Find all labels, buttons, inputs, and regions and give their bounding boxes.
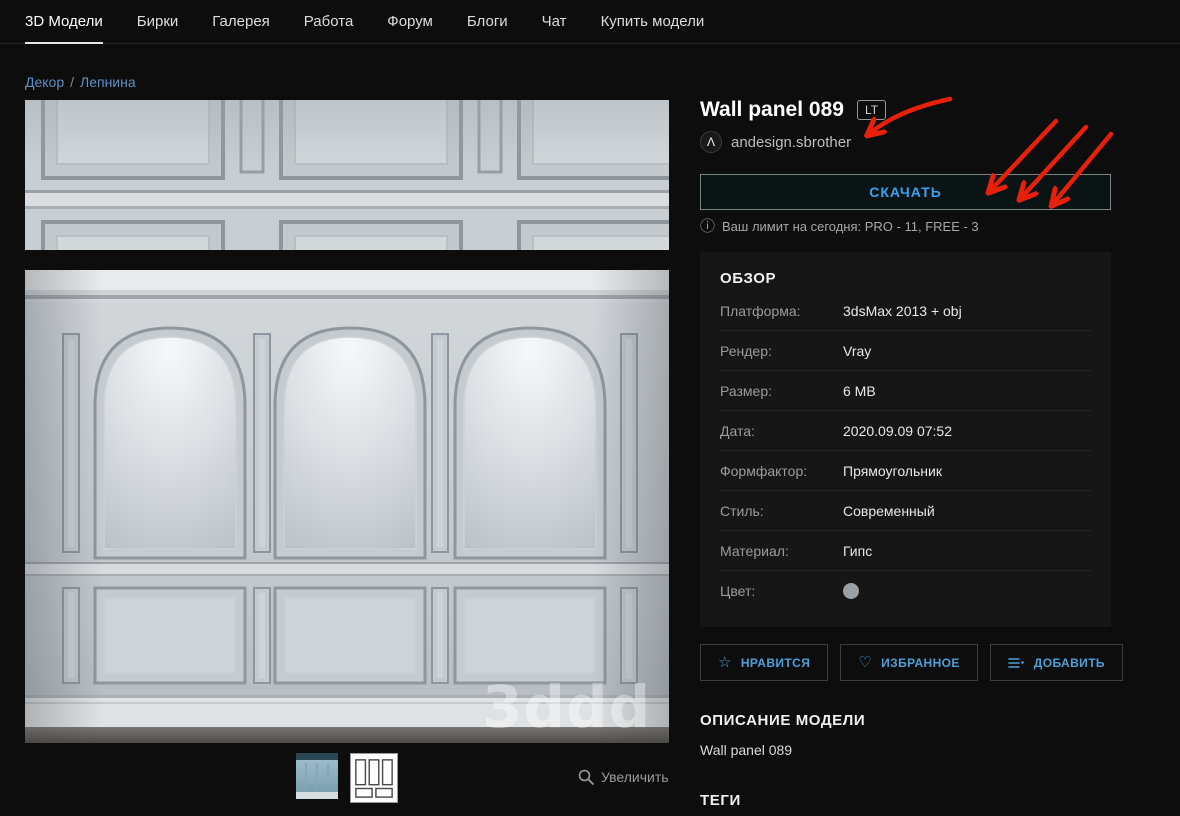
nav-item-label: Работа	[303, 12, 354, 30]
like-button[interactable]: ☆ НРАВИТСЯ	[700, 644, 829, 681]
nav-item-chat[interactable]: Чат	[525, 0, 584, 44]
nav-item-work[interactable]: Работа	[287, 0, 371, 44]
row-value: 6 MB	[843, 382, 876, 399]
daily-limit: ⓘ Ваш лимит на сегодня: PRO - 11, FREE -…	[700, 217, 979, 235]
nav-item-buy-models[interactable]: Купить модели	[584, 0, 722, 44]
row-label: Дата:	[720, 422, 755, 439]
nav-item-label: Галерея	[212, 12, 270, 30]
row-label: Материал:	[720, 542, 789, 559]
preview-image-main[interactable]: 3ddd	[25, 270, 669, 743]
nav-item-blogs[interactable]: Блоги	[450, 0, 525, 44]
overview-title: ОБЗОР	[720, 270, 777, 287]
overview-row-size: Размер: 6 MB	[720, 371, 1091, 411]
overview-row-color: Цвет:	[720, 571, 1091, 611]
row-value: Vray	[843, 342, 872, 359]
breadcrumb-separator: /	[70, 74, 75, 90]
magnifier-icon	[578, 769, 594, 785]
star-icon: ☆	[718, 653, 732, 671]
like-label: НРАВИТСЯ	[740, 655, 811, 670]
row-label: Платформа:	[720, 302, 801, 319]
row-value: Гипс	[843, 542, 873, 559]
zoom-label: Увеличить	[601, 769, 669, 785]
row-label: Цвет:	[720, 583, 756, 599]
breadcrumb-decor[interactable]: Декор	[25, 74, 64, 90]
row-value: Современный	[843, 502, 935, 519]
nav-item-label: Бирки	[136, 12, 179, 30]
add-to-collection-button[interactable]: ДОБАВИТЬ	[989, 644, 1123, 681]
overview-panel: ОБЗОР Платформа: 3dsMax 2013 + obj Ренде…	[700, 252, 1111, 627]
thumbnail-row	[25, 753, 669, 803]
add-label: ДОБАВИТЬ	[1033, 655, 1105, 670]
add-list-icon	[1007, 657, 1025, 668]
row-label: Размер:	[720, 382, 773, 399]
overview-row-material: Материал: Гипс	[720, 531, 1091, 571]
overview-row-formfactor: Формфактор: Прямоугольник	[720, 451, 1091, 491]
avatar: Λ	[700, 131, 722, 153]
top-nav: 3D Модели Бирки Галерея Работа Форум Бло…	[0, 0, 1180, 44]
row-label: Стиль:	[720, 502, 764, 519]
nav-item-forum[interactable]: Форум	[370, 0, 450, 44]
row-value: 3dsMax 2013 + obj	[843, 302, 962, 319]
nav-item-label: Форум	[387, 12, 433, 30]
overview-row-style: Стиль: Современный	[720, 491, 1091, 531]
nav-item-label: Чат	[541, 12, 567, 30]
author-name: andesign.sbrother	[731, 133, 852, 151]
product-title-row: Wall panel 089 LT	[700, 98, 887, 122]
favorite-button[interactable]: ♡ ИЗБРАННОЕ	[840, 644, 978, 681]
nav-item-gallery[interactable]: Галерея	[195, 0, 287, 44]
heart-icon: ♡	[858, 653, 873, 671]
zoom-control[interactable]: Увеличить	[578, 769, 669, 785]
info-icon: ⓘ	[700, 217, 716, 235]
description-text: Wall panel 089	[700, 742, 793, 758]
nav-item-3d-models[interactable]: 3D Модели	[25, 0, 120, 44]
download-button[interactable]: СКАЧАТЬ	[700, 174, 1111, 210]
lt-badge: LT	[856, 99, 887, 121]
nav-item-label: Купить модели	[600, 12, 705, 30]
preview-image-strip[interactable]	[25, 100, 669, 250]
overview-row-date: Дата: 2020.09.09 07:52	[720, 411, 1091, 451]
favorite-label: ИЗБРАННОЕ	[881, 655, 960, 670]
nav-item-label: Блоги	[466, 12, 508, 30]
color-swatch	[843, 583, 859, 599]
row-value: 2020.09.09 07:52	[843, 422, 952, 439]
breadcrumb-lepnina[interactable]: Лепнина	[80, 74, 136, 90]
overview-row-platform: Платформа: 3dsMax 2013 + obj	[720, 291, 1091, 331]
download-label: СКАЧАТЬ	[869, 184, 942, 200]
description-title: ОПИСАНИЕ МОДЕЛИ	[700, 712, 866, 729]
thumbnail-2-selected[interactable]	[350, 753, 398, 803]
nav-item-label: 3D Модели	[25, 0, 103, 44]
action-buttons: ☆ НРАВИТСЯ ♡ ИЗБРАННОЕ ДОБАВИТЬ	[700, 644, 1123, 681]
thumbnail-1[interactable]	[296, 753, 338, 799]
breadcrumb: Декор / Лепнина	[25, 74, 136, 90]
nav-item-birki[interactable]: Бирки	[120, 0, 196, 44]
daily-limit-text: Ваш лимит на сегодня: PRO - 11, FREE - 3	[722, 219, 979, 234]
overview-row-render: Рендер: Vray	[720, 331, 1091, 371]
row-label: Рендер:	[720, 342, 772, 359]
author-link[interactable]: Λ andesign.sbrother	[700, 131, 851, 153]
tags-title: ТЕГИ	[700, 792, 741, 809]
row-label: Формфактор:	[720, 462, 808, 479]
row-value: Прямоугольник	[843, 462, 942, 479]
page-title: Wall panel 089	[700, 98, 844, 121]
